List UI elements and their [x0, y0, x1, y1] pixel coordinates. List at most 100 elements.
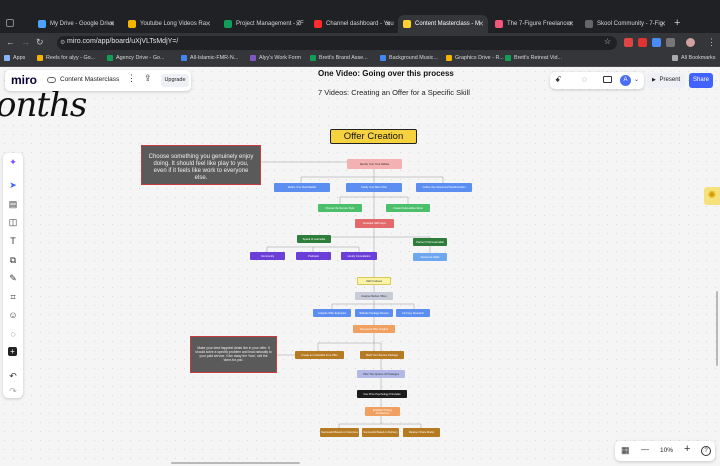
emoji-icon[interactable]: ☺ — [8, 310, 18, 320]
flowchart-node[interactable]: Create Deliverables Menu — [386, 204, 430, 212]
pen-icon[interactable]: ✎ — [8, 273, 18, 283]
browser-tab[interactable]: Channel dashboard - You ✕ — [309, 15, 395, 33]
miro-board-canvas[interactable]: One Video: Going over this process 7 Vid… — [0, 67, 720, 466]
close-tab-icon[interactable]: ✕ — [295, 20, 301, 28]
flowchart-node[interactable]: Structured Offer Insights — [353, 325, 395, 333]
flowchart-node[interactable]: Build Your Service Package — [360, 351, 404, 359]
vertical-scrollbar[interactable] — [716, 291, 718, 366]
add-more-icon[interactable]: + — [8, 347, 17, 356]
forward-arrow-icon[interactable]: → — [21, 37, 30, 47]
flowchart-node[interactable]: Successful Based on Delivery — [362, 428, 399, 437]
redo-icon[interactable]: ↷ — [8, 386, 18, 396]
miro-logo[interactable]: miro — [11, 73, 37, 87]
browser-tab[interactable]: The 7-Figure Freelancer ✕ — [490, 15, 578, 33]
zoom-in-button[interactable]: + — [684, 443, 690, 455]
browser-tab-active[interactable]: Content Masterclass - M ✕ — [398, 15, 488, 33]
flowchart-node[interactable]: Evaluate Skill Gaps — [355, 219, 394, 228]
bookmark-item[interactable]: Brett's Brand Asse... — [310, 55, 368, 61]
bookmark-item[interactable]: Apps — [4, 55, 25, 61]
board-overview-icon[interactable]: ▦ — [621, 445, 630, 456]
bookmark-item[interactable]: All-Islamic-FMR-N... — [181, 55, 238, 61]
flowchart-node[interactable]: Identify Your Core Skillset — [347, 159, 402, 169]
zoom-out-button[interactable]: — — [641, 445, 649, 454]
close-tab-icon[interactable]: ✕ — [385, 20, 391, 28]
close-tab-icon[interactable]: ✕ — [109, 20, 115, 28]
shapes-icon[interactable]: ⧉ — [8, 255, 18, 265]
present-button[interactable]: ▶ Present — [647, 73, 685, 88]
canvas-header-line2[interactable]: 7 Videos: Creating an Offer for a Specif… — [318, 88, 470, 97]
site-info-icon[interactable]: ⚙ — [60, 39, 65, 46]
flowchart-node[interactable]: Establish Pricing Architecture — [365, 407, 400, 416]
export-icon[interactable]: ⇪ — [144, 73, 152, 84]
new-tab-button[interactable]: + — [674, 17, 680, 29]
flowchart-node[interactable]: Retainer Share Model — [403, 428, 440, 437]
flowchart-node[interactable]: Skill Finalised — [357, 277, 391, 285]
text-tool-icon[interactable]: T — [8, 236, 18, 246]
extension-icon[interactable] — [638, 38, 647, 47]
sticky-note-icon[interactable]: ◫ — [8, 217, 18, 227]
flowchart-node[interactable]: Analyse Market Offers — [355, 292, 393, 300]
zoom-level[interactable]: 10% — [660, 447, 673, 454]
offer-creation-title[interactable]: Offer Creation — [330, 129, 417, 144]
user-avatar[interactable]: A — [620, 75, 631, 86]
flowchart-node[interactable]: Offer The Options Of Packages — [357, 370, 405, 378]
flowchart-node[interactable]: Create an Irresistible Free Offer — [295, 351, 344, 359]
flowchart-node[interactable]: Partner if Not Learnable — [413, 238, 447, 246]
browser-menu-icon[interactable]: ⋮ — [707, 37, 716, 48]
reactions-icon[interactable]: ꗃ — [555, 75, 561, 85]
flowchart-node[interactable]: Successful Based on Outcomes — [320, 428, 359, 437]
help-button[interactable]: ? — [701, 446, 711, 456]
sticky-note[interactable]: Choose something you genuinely enjoy doi… — [141, 145, 261, 185]
bookmark-item[interactable]: Agency Drive - Go... — [107, 55, 165, 61]
flowchart-node[interactable]: Outsource Skills — [413, 253, 447, 261]
bookmark-item[interactable]: Alyy's Work Form — [250, 55, 301, 61]
select-cursor-icon[interactable]: ➤ — [8, 180, 18, 190]
browser-tab[interactable]: Youtube Long Videos Ra ✕ — [123, 15, 215, 33]
profile-avatar-icon[interactable] — [686, 38, 695, 47]
flowchart-node[interactable]: Linkedin Offer Examples — [313, 309, 351, 317]
bookmark-item[interactable]: Reels for alyy - Go... — [37, 55, 95, 61]
flowchart-node[interactable]: Choose the Service Style — [318, 204, 362, 212]
close-tab-icon[interactable]: ✕ — [478, 20, 484, 28]
side-widget-sun-icon[interactable]: ✺ — [704, 187, 720, 205]
flowchart-node[interactable]: Hourly Consultation — [341, 252, 377, 260]
sticky-note[interactable]: Make your best happiest deals live in yo… — [190, 336, 277, 373]
bookmark-item[interactable]: Background Music... — [380, 55, 438, 61]
flowchart-node[interactable]: Define Your Ideal Market — [274, 183, 330, 192]
video-call-icon[interactable] — [603, 76, 612, 83]
address-bar[interactable]: ⚙ miro.com/app/board/uXjVLTsMdjY=/ ☆ — [57, 36, 617, 50]
horizontal-scrollbar[interactable] — [171, 462, 300, 464]
all-bookmarks-item[interactable]: All Bookmarks — [672, 55, 715, 61]
flowchart-node[interactable]: Use Price Psychology Principles — [357, 390, 407, 398]
board-name[interactable]: Content Masterclass — [60, 76, 119, 83]
flowchart-node[interactable]: Ad Copy Research — [396, 309, 430, 317]
board-menu-icon[interactable]: ⋮ — [127, 73, 136, 84]
handwritten-script-text[interactable]: onths — [0, 85, 87, 125]
flowchart-node[interactable]: Community — [250, 252, 285, 260]
extensions-puzzle-icon[interactable] — [666, 38, 675, 47]
upgrade-button[interactable]: Upgrade — [161, 74, 189, 87]
flowchart-node[interactable]: Podcasts — [296, 252, 331, 260]
ai-sparkle-icon[interactable]: ✦ — [8, 157, 18, 167]
flowchart-node[interactable]: Outline the Outcomes/Transformation — [416, 183, 472, 192]
browser-tab[interactable]: Skool Community - 7-Fig ✕ — [580, 15, 670, 33]
comment-icon[interactable]: ◌ — [582, 75, 587, 84]
bookmark-item[interactable]: Graphics Drive - R... — [446, 55, 504, 61]
frame-icon[interactable]: ⌗ — [8, 292, 18, 302]
reload-icon[interactable]: ↻ — [36, 37, 44, 48]
extension-icon[interactable] — [652, 38, 661, 47]
browser-tab[interactable]: My Drive - Google Drive ✕ — [33, 15, 119, 33]
bookmark-star-icon[interactable]: ☆ — [604, 37, 611, 46]
canvas-header-line1[interactable]: One Video: Going over this process — [318, 69, 454, 78]
undo-icon[interactable]: ↶ — [8, 371, 18, 381]
share-button[interactable]: Share — [689, 73, 713, 88]
close-tab-icon[interactable]: ✕ — [205, 20, 211, 28]
browser-tab[interactable]: Project Management - 7F ✕ — [219, 15, 305, 33]
chevron-down-icon[interactable]: ⌄ — [634, 76, 639, 83]
bookmark-item[interactable]: Brett's Retreat Vid... — [505, 55, 562, 61]
close-tab-icon[interactable]: ✕ — [660, 20, 666, 28]
extension-icon[interactable] — [624, 38, 633, 47]
back-arrow-icon[interactable]: ← — [6, 37, 15, 47]
templates-icon[interactable]: ▤ — [8, 199, 18, 209]
tab-search-icon[interactable] — [6, 19, 14, 27]
